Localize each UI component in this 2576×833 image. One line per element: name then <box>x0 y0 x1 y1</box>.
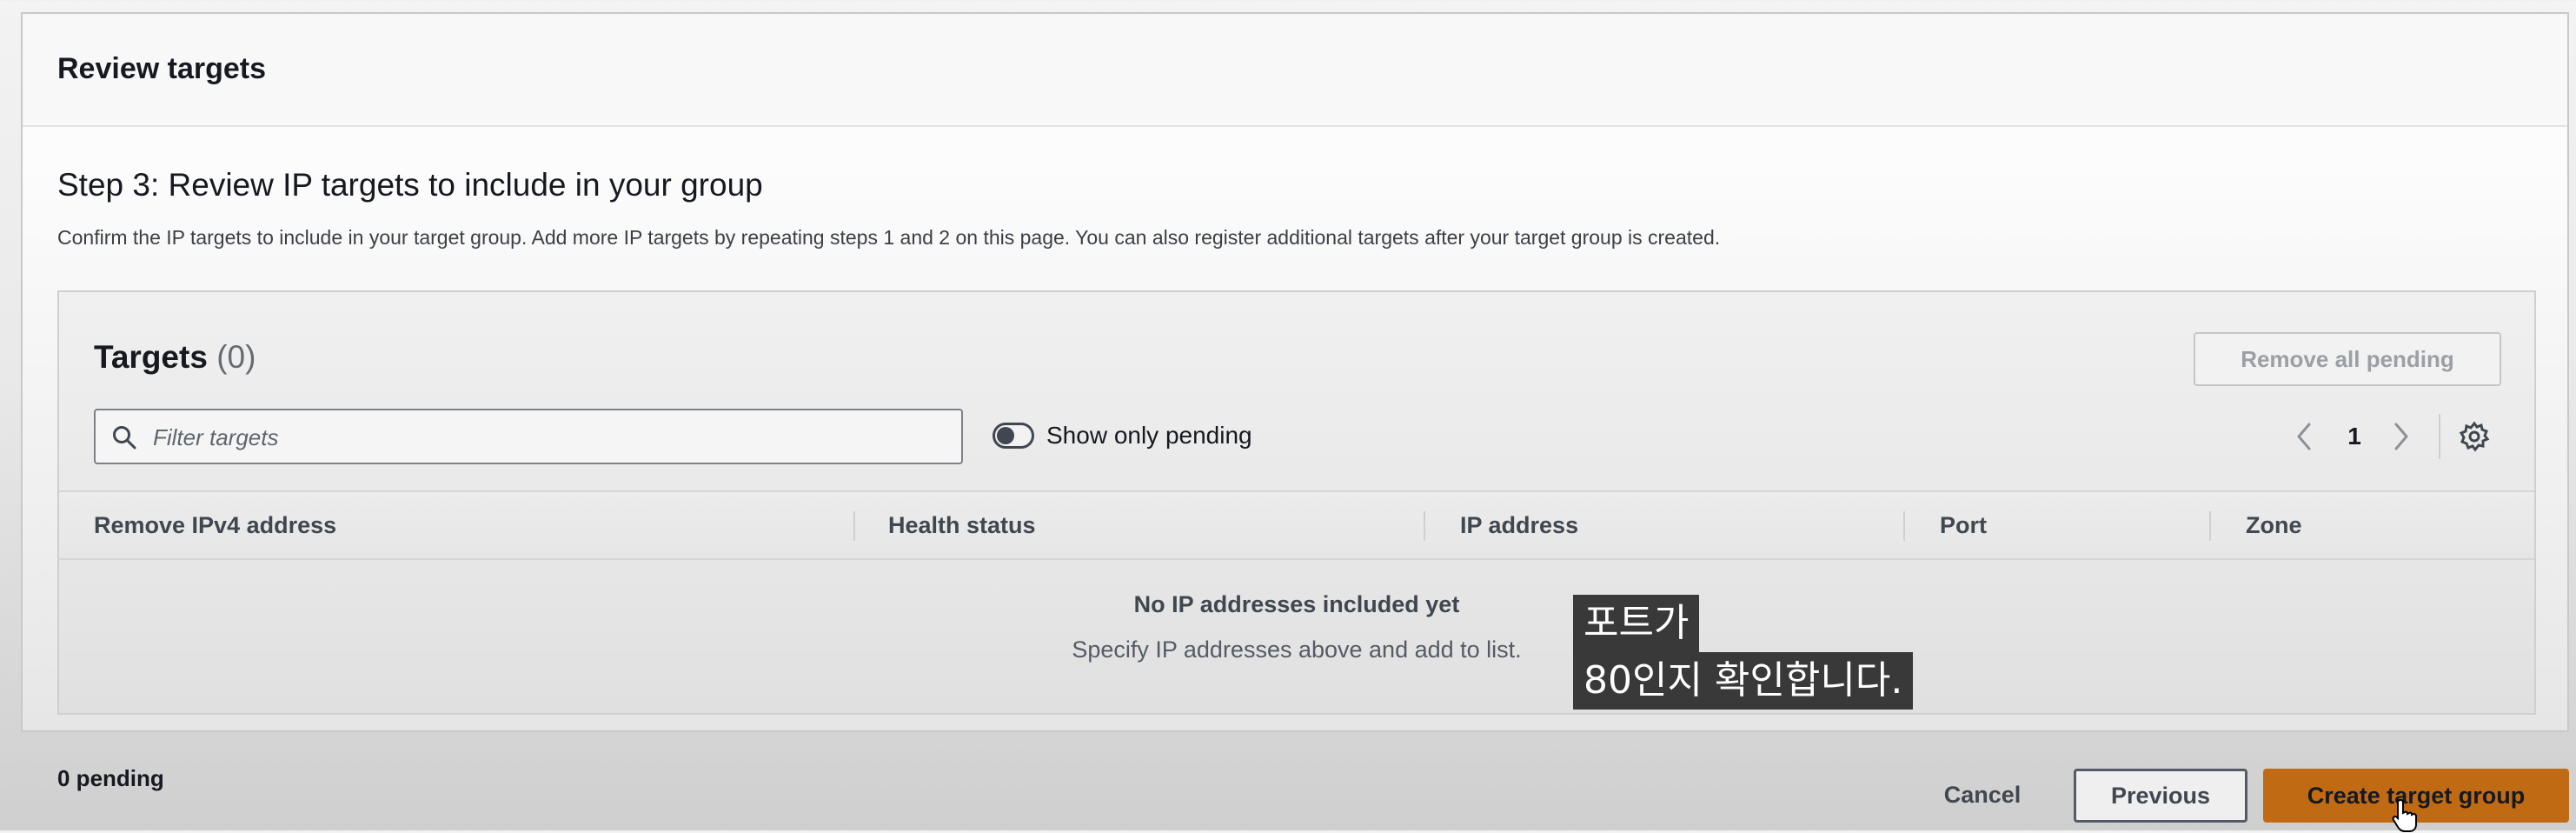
next-page-button[interactable] <box>2388 412 2414 461</box>
subtitle-line-2: 80인지 확인합니다. <box>1573 652 1914 710</box>
column-port[interactable]: Port <box>1940 492 1987 558</box>
cancel-button[interactable]: Cancel <box>1917 769 2048 821</box>
empty-state-description: Specify IP addresses above and add to li… <box>1072 636 1522 663</box>
column-separator <box>853 511 855 541</box>
pagination-divider <box>2439 414 2440 459</box>
targets-container: Targets (0) Remove all pending Show only… <box>57 290 2536 715</box>
previous-page-button[interactable] <box>2291 412 2317 461</box>
panel-title: Review targets <box>57 52 266 85</box>
targets-heading: Targets (0) <box>94 339 256 376</box>
column-zone[interactable]: Zone <box>2246 492 2302 558</box>
column-separator <box>1424 511 1425 541</box>
show-only-pending-toggle[interactable] <box>993 423 1034 449</box>
column-separator <box>2209 511 2211 541</box>
review-targets-panel: Review targets Step 3: Review IP targets… <box>21 12 2569 732</box>
show-only-pending-label: Show only pending <box>1046 422 1252 449</box>
subtitle-line-1: 포트가 <box>1573 595 1700 652</box>
panel-header: Review targets <box>23 14 2567 127</box>
targets-table-header: Remove IPv4 address Health status IP add… <box>59 490 2534 560</box>
column-health-status[interactable]: Health status <box>888 492 1036 558</box>
search-icon <box>113 426 136 450</box>
empty-state-title: No IP addresses included yet <box>1133 591 1460 617</box>
targets-count: (0) <box>216 339 256 375</box>
gear-icon <box>2459 421 2490 452</box>
column-ip-address[interactable]: IP address <box>1460 492 1578 558</box>
chevron-left-icon <box>2297 423 2311 450</box>
step-description: Confirm the IP targets to include in you… <box>57 226 1721 249</box>
remove-all-pending-button[interactable]: Remove all pending <box>2194 332 2501 386</box>
column-remove-ipv4[interactable]: Remove IPv4 address <box>94 492 336 558</box>
pending-count: 0 pending <box>57 765 164 791</box>
column-separator <box>1903 511 1905 541</box>
video-subtitle: 포트가 80인지 확인합니다. <box>1573 595 1914 710</box>
filter-targets-field[interactable] <box>94 409 963 464</box>
toggle-knob <box>997 427 1014 444</box>
previous-button[interactable]: Previous <box>2074 769 2247 823</box>
chevron-right-icon <box>2394 423 2408 450</box>
filter-targets-input[interactable] <box>151 410 954 464</box>
page-number[interactable]: 1 <box>2341 412 2367 461</box>
hand-cursor-icon <box>2392 798 2417 832</box>
targets-title: Targets <box>94 339 208 375</box>
preferences-button[interactable] <box>2456 412 2493 461</box>
step-title: Step 3: Review IP targets to include in … <box>57 167 763 203</box>
